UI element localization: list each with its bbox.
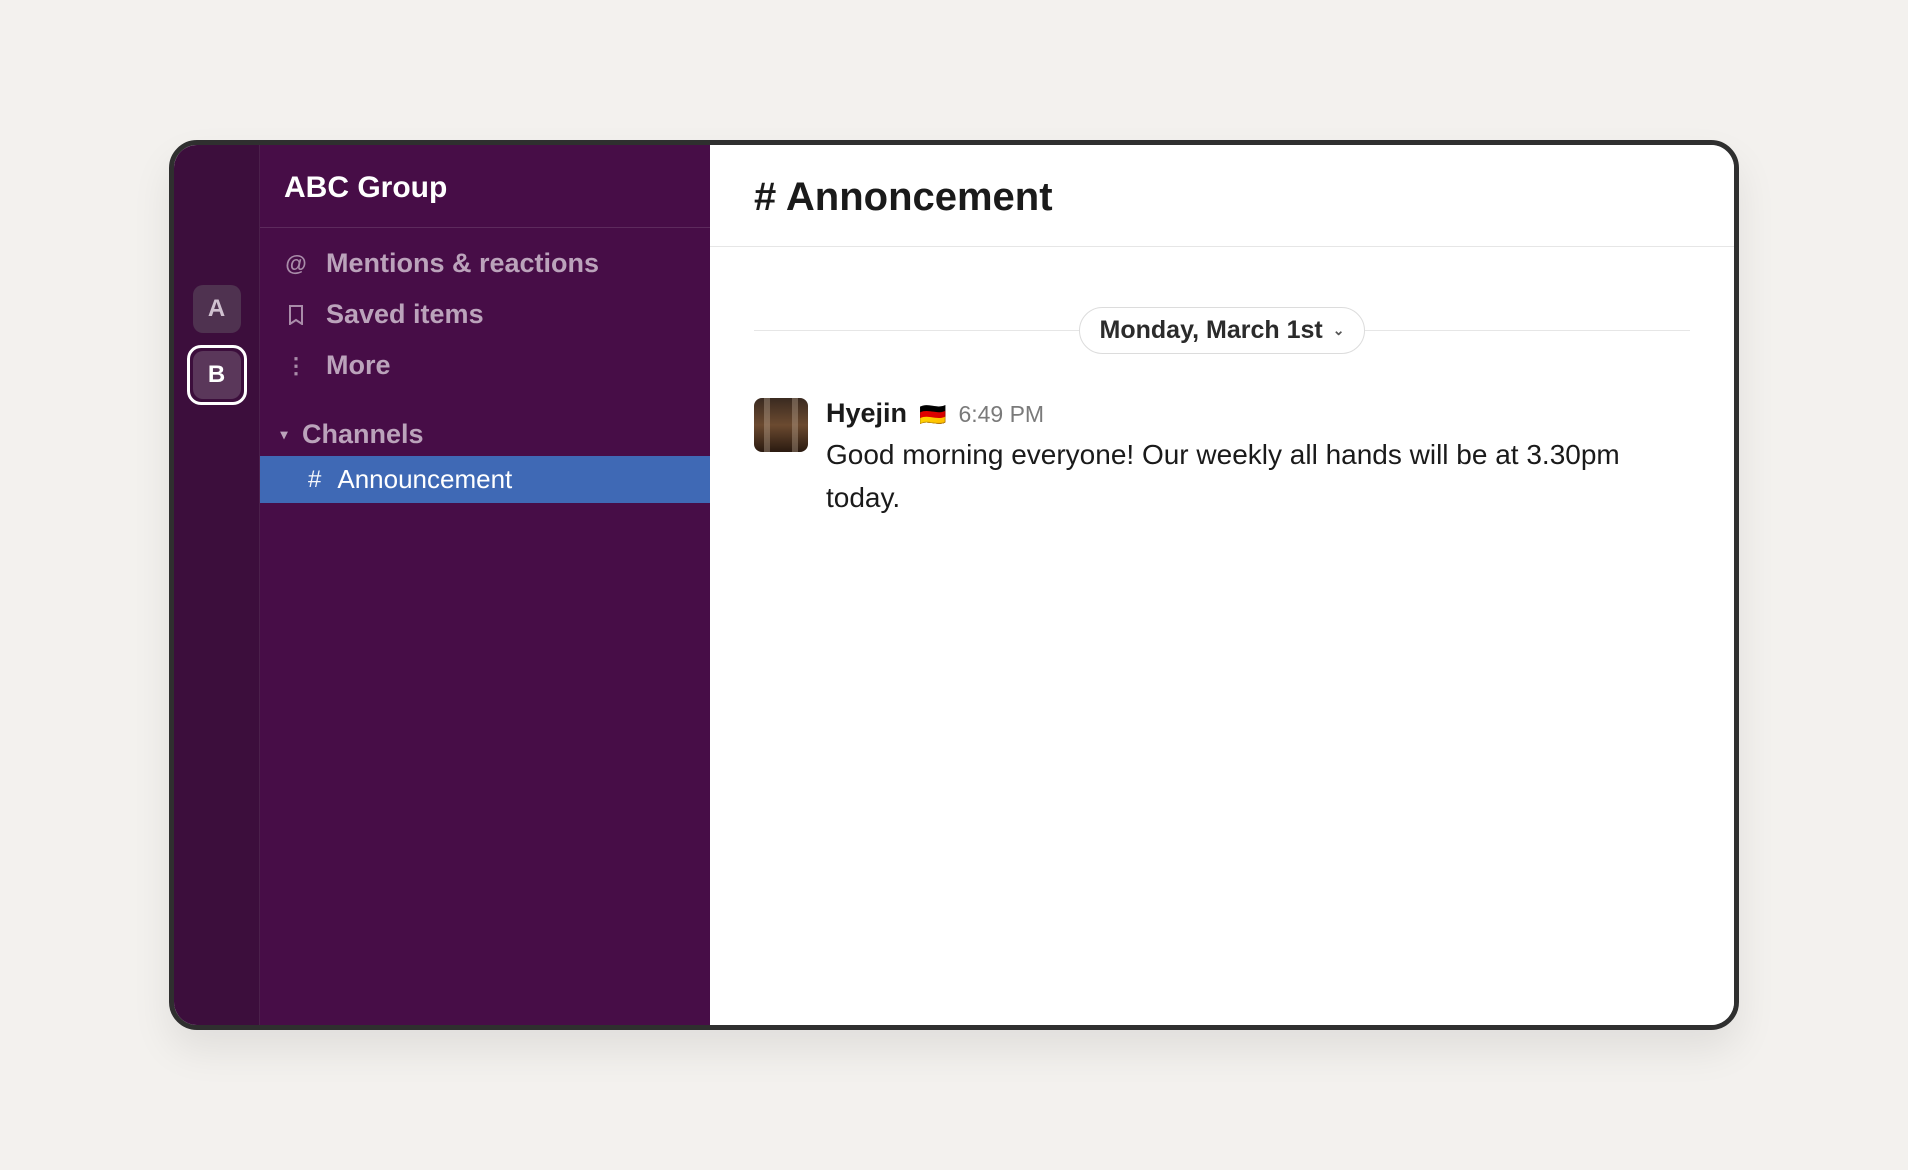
message-header: Hyejin 🇩🇪 6:49 PM bbox=[826, 398, 1690, 429]
sender-name[interactable]: Hyejin bbox=[826, 398, 907, 429]
channel-name: Announcement bbox=[337, 464, 512, 495]
workspace-rail: A B bbox=[174, 145, 260, 1025]
nav-label: More bbox=[326, 350, 391, 381]
section-label: Channels bbox=[302, 419, 424, 450]
sidebar-nav: @ Mentions & reactions Saved items ⋮ Mor… bbox=[260, 228, 710, 513]
caret-down-icon: ▾ bbox=[276, 426, 292, 443]
flag-icon: 🇩🇪 bbox=[919, 402, 946, 428]
nav-mentions[interactable]: @ Mentions & reactions bbox=[260, 238, 710, 289]
workspace-switch-a[interactable]: A bbox=[193, 285, 241, 333]
message-body: Hyejin 🇩🇪 6:49 PM Good morning everyone!… bbox=[826, 398, 1690, 520]
bookmark-icon bbox=[284, 305, 308, 325]
app-window: A B ABC Group @ Mentions & reactions Sav… bbox=[169, 140, 1739, 1030]
hash-icon: # bbox=[308, 466, 321, 494]
at-icon: @ bbox=[284, 251, 308, 277]
chevron-down-icon: ⌄ bbox=[1333, 322, 1345, 339]
date-picker-button[interactable]: Monday, March 1st ⌄ bbox=[1079, 307, 1366, 354]
channel-header: # Annoncement bbox=[710, 145, 1734, 247]
messages-area: Monday, March 1st ⌄ Hyejin 🇩🇪 6:49 PM Go… bbox=[710, 247, 1734, 1025]
channel-announcement[interactable]: # Announcement bbox=[260, 456, 710, 503]
workspace-label: B bbox=[208, 361, 225, 389]
avatar[interactable] bbox=[754, 398, 808, 452]
channels-section-header[interactable]: ▾ Channels bbox=[260, 409, 710, 456]
nav-label: Mentions & reactions bbox=[326, 248, 599, 279]
nav-label: Saved items bbox=[326, 299, 484, 330]
workspace-switch-b[interactable]: B bbox=[193, 351, 241, 399]
message-time: 6:49 PM bbox=[958, 401, 1044, 428]
message-text: Good morning everyone! Our weekly all ha… bbox=[826, 433, 1646, 520]
date-label: Monday, March 1st bbox=[1100, 316, 1323, 345]
sidebar: ABC Group @ Mentions & reactions Saved i… bbox=[260, 145, 710, 1025]
nav-more[interactable]: ⋮ More bbox=[260, 340, 710, 391]
channel-title: # Annoncement bbox=[754, 175, 1690, 220]
workspace-title: ABC Group bbox=[284, 171, 686, 205]
main-panel: # Annoncement Monday, March 1st ⌄ Hyejin… bbox=[710, 145, 1734, 1025]
date-divider: Monday, March 1st ⌄ bbox=[754, 307, 1690, 354]
message-row: Hyejin 🇩🇪 6:49 PM Good morning everyone!… bbox=[754, 394, 1690, 524]
more-vertical-icon: ⋮ bbox=[284, 353, 308, 379]
sidebar-header[interactable]: ABC Group bbox=[260, 145, 710, 228]
nav-saved-items[interactable]: Saved items bbox=[260, 289, 710, 340]
workspace-label: A bbox=[208, 295, 225, 323]
